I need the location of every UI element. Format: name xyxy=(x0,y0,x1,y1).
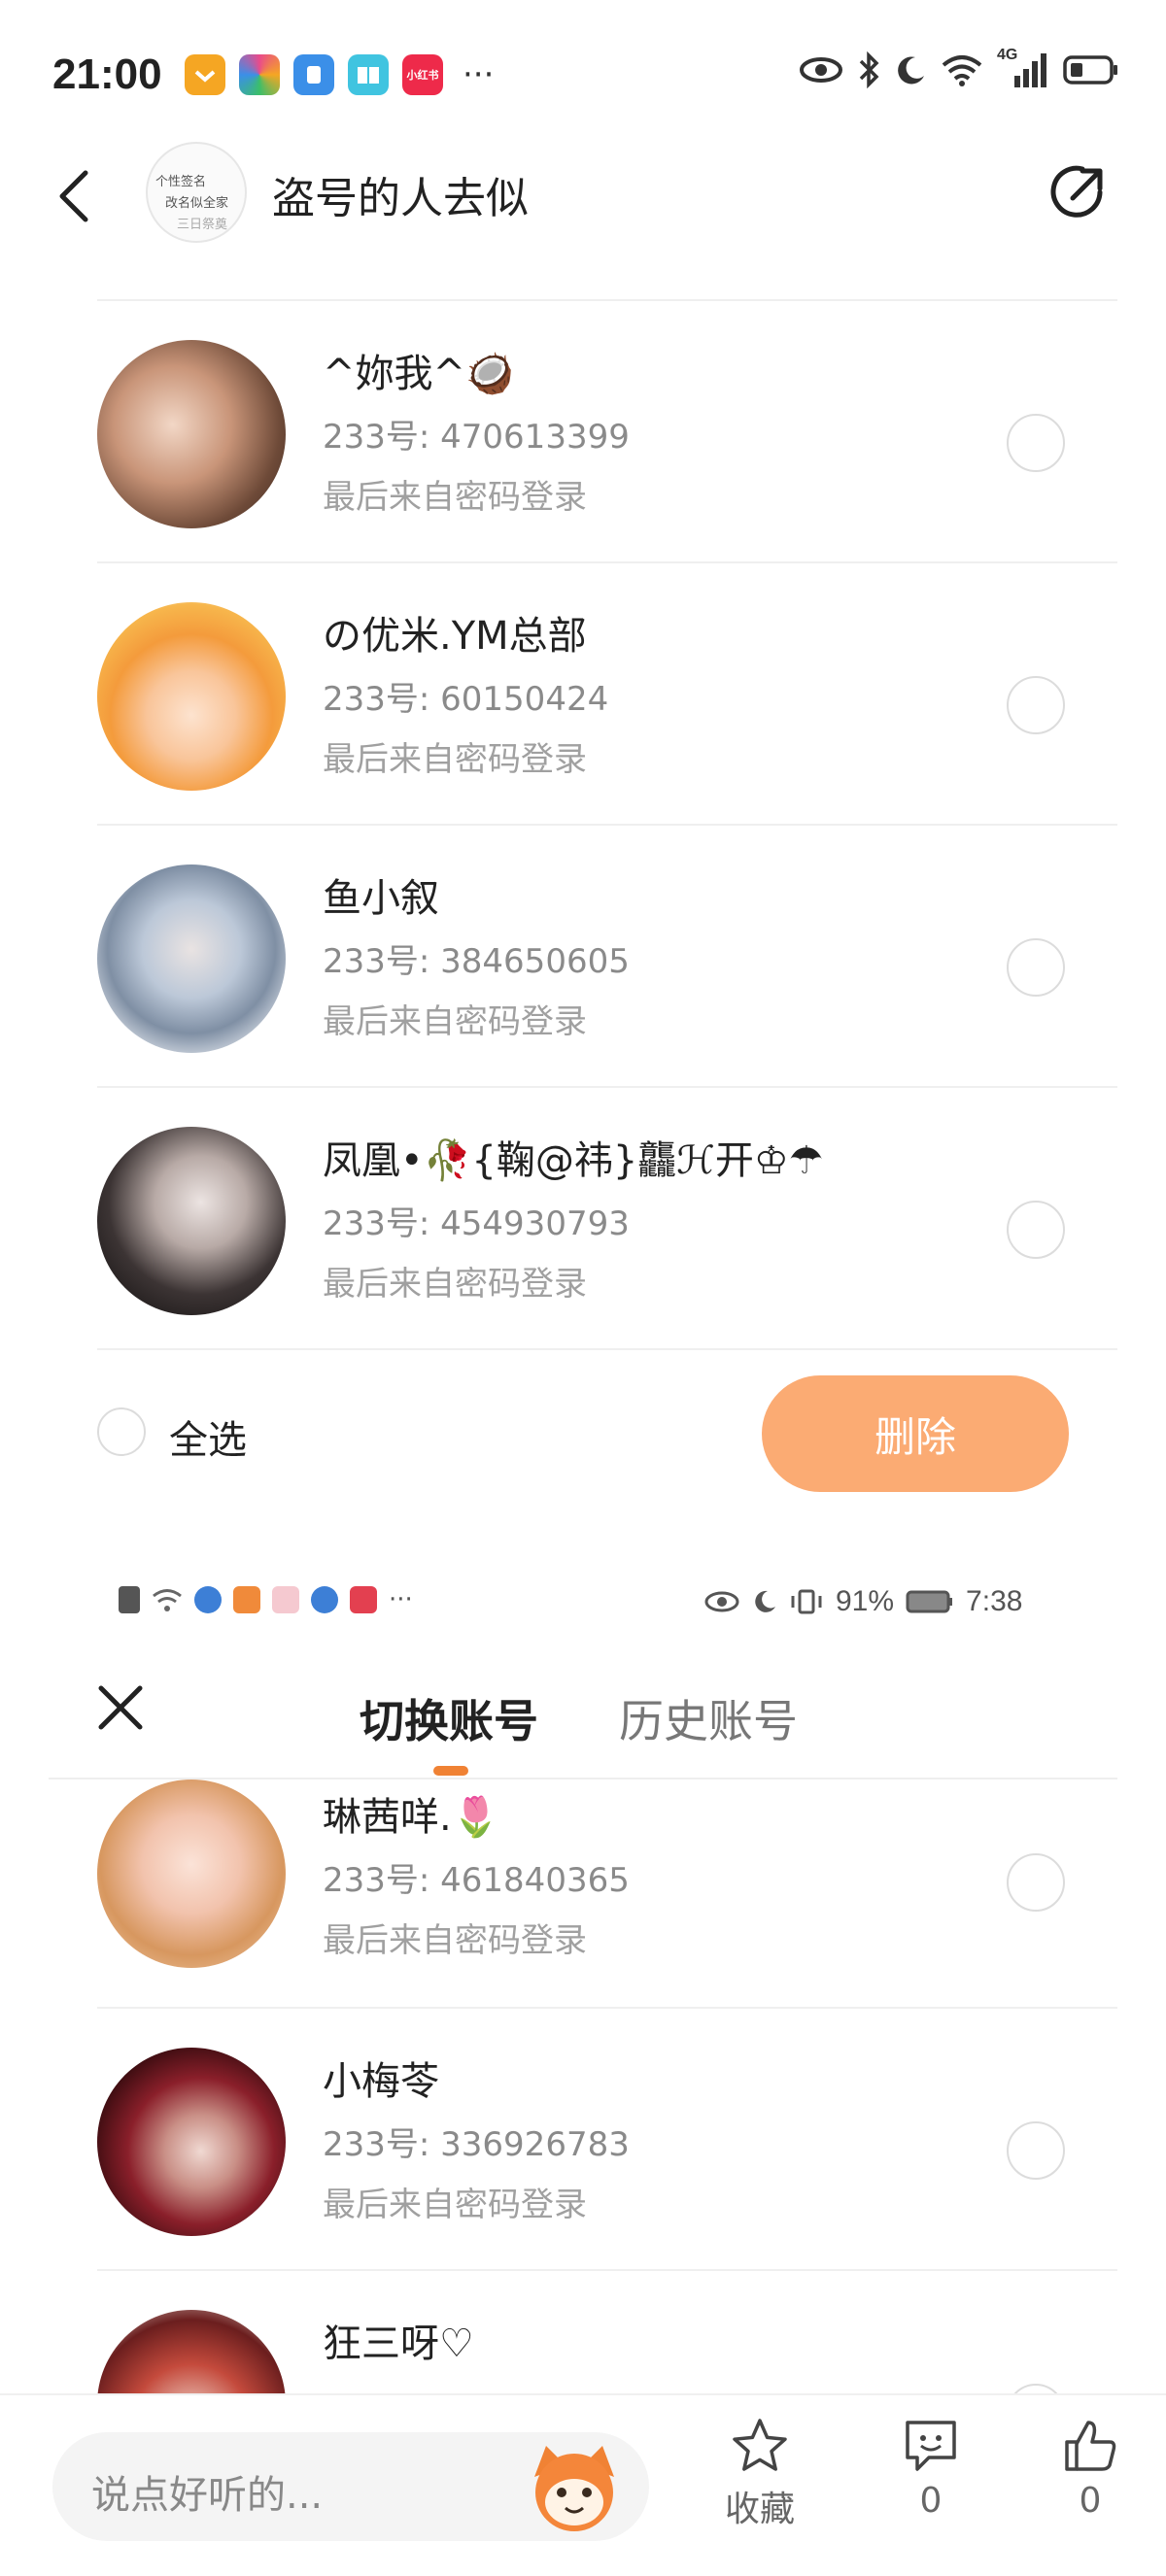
select-radio[interactable] xyxy=(1007,938,1065,997)
moon-icon xyxy=(755,1590,775,1612)
bluetooth-icon xyxy=(859,51,879,88)
status-time-2: 7:38 xyxy=(966,1585,1023,1617)
like-count: 0 xyxy=(1079,2481,1102,2521)
music-icon xyxy=(272,1586,299,1613)
eye-icon xyxy=(704,1591,739,1612)
account-name: 凤凰•🥀{鞠@祎}龘ℋ开♔☂ xyxy=(323,1138,824,1183)
account-row[interactable]: 凤凰•🥀{鞠@祎}龘ℋ开♔☂ 233号: 454930793 最后来自密码登录 xyxy=(97,1088,1117,1348)
group-avatar[interactable]: 个性签名 改名似全家 三日祭奠 xyxy=(146,142,247,243)
close-icon[interactable] xyxy=(93,1680,148,1735)
avatar xyxy=(97,340,286,528)
account-name: ^妳我^🥥 xyxy=(323,352,514,396)
moon-icon xyxy=(898,56,924,85)
share-icon[interactable] xyxy=(1044,157,1114,227)
tab-indicator xyxy=(433,1766,468,1776)
eye-icon xyxy=(800,57,842,83)
account-name: の优米.YM总部 xyxy=(323,614,587,659)
favorite-button[interactable]: 收藏 xyxy=(702,2415,818,2560)
select-radio[interactable] xyxy=(1007,2384,1065,2393)
login-method: 最后来自密码登录 xyxy=(323,1002,587,1041)
page-title: 盗号的人去似 xyxy=(272,174,529,223)
tab-switch-account[interactable]: 切换账号 xyxy=(360,1686,538,1750)
back-arrow-icon[interactable] xyxy=(51,167,97,225)
app-icon-blue-2 xyxy=(311,1586,338,1613)
video-icon xyxy=(233,1586,260,1613)
avatar xyxy=(97,602,286,791)
account-id: 233号: 454930793 xyxy=(323,1204,630,1243)
wifi-icon xyxy=(153,1589,182,1611)
alert-icon xyxy=(119,1586,140,1613)
select-all-label[interactable]: 全选 xyxy=(169,1408,247,1465)
avatar xyxy=(97,864,286,1053)
like-button[interactable]: 0 xyxy=(1032,2415,1149,2560)
account-id: 233号: 384650605 xyxy=(323,942,630,981)
account-name: 琳茜咩.🌷 xyxy=(323,1795,500,1840)
login-method: 最后来自密码登录 xyxy=(323,1265,587,1304)
status-bar-2-apps: ··· xyxy=(119,1585,413,1614)
avatar xyxy=(97,2310,286,2393)
status-bar-2-indicators: 91% 7:38 xyxy=(703,1585,1022,1618)
thumbs-up-icon xyxy=(1065,2421,1116,2471)
app-icon-4 xyxy=(348,54,389,95)
delete-button[interactable]: 删除 xyxy=(762,1375,1069,1492)
login-method: 最后来自密码登录 xyxy=(323,2186,587,2224)
account-row[interactable]: の优米.YM总部 233号: 60150424 最后来自密码登录 xyxy=(97,563,1117,824)
login-method: 最后来自密码登录 xyxy=(323,478,587,517)
bottom-bar: 说点好听的... 收藏 0 0 xyxy=(0,2393,1166,2576)
account-row[interactable]: ^妳我^🥥 233号: 470613399 最后来自密码登录 xyxy=(97,301,1117,561)
account-name: 小梅苓 xyxy=(323,2059,439,2104)
account-id: 233号: 60150424 xyxy=(323,680,609,719)
battery-icon xyxy=(1063,55,1117,85)
account-name: 鱼小叙 xyxy=(323,876,439,921)
select-radio[interactable] xyxy=(1007,676,1065,734)
app-icon-3 xyxy=(293,54,334,95)
login-method: 最后来自密码登录 xyxy=(323,740,587,779)
battery-percent: 91% xyxy=(836,1585,895,1617)
avatar xyxy=(97,2048,286,2236)
xiaohongshu-icon: 小红书 xyxy=(402,54,443,95)
notification-apps: 小红书 ··· xyxy=(185,54,494,95)
account-name: 狂三呀♡ xyxy=(323,2322,474,2366)
account-row[interactable]: 鱼小叙 233号: 384650605 最后来自密码登录 xyxy=(97,826,1117,1086)
mascot-emoji-icon[interactable] xyxy=(525,2438,624,2537)
red-app-icon xyxy=(350,1586,377,1613)
account-id: 233号: 461840365 xyxy=(323,1861,630,1900)
select-radio[interactable] xyxy=(1007,1853,1065,1912)
signal-icon: 4G xyxy=(997,47,1049,89)
comment-icon xyxy=(906,2421,956,2471)
app-icon-blue xyxy=(194,1586,222,1613)
system-indicators: 4G xyxy=(799,47,1119,89)
account-row[interactable]: 琳茜咩.🌷 233号: 461840365 最后来自密码登录 xyxy=(97,1779,1117,2040)
app-icon-2 xyxy=(239,54,280,95)
comment-button[interactable]: 0 xyxy=(873,2415,989,2560)
login-method: 最后来自密码登录 xyxy=(323,1921,587,1960)
battery-icon xyxy=(906,1590,953,1613)
avatar xyxy=(97,1127,286,1315)
comment-placeholder: 说点好听的... xyxy=(91,2473,324,2518)
account-row[interactable]: 小梅苓 233号: 336926783 最后来自密码登录 xyxy=(97,2009,1117,2269)
account-row[interactable]: 狂三呀♡ xyxy=(97,2271,1117,2393)
favorite-label: 收藏 xyxy=(724,2490,795,2529)
status-time: 21:00 xyxy=(52,51,162,98)
wifi-icon xyxy=(942,55,982,86)
more-notifications: ··· xyxy=(389,1585,413,1614)
select-all-radio[interactable] xyxy=(97,1407,146,1456)
avatar xyxy=(97,1779,286,1968)
select-radio[interactable] xyxy=(1007,414,1065,472)
comment-input[interactable]: 说点好听的... xyxy=(52,2432,649,2541)
select-radio[interactable] xyxy=(1007,1201,1065,1259)
account-id: 233号: 470613399 xyxy=(323,418,630,457)
vibrate-icon xyxy=(791,1589,822,1614)
comment-count: 0 xyxy=(919,2481,943,2521)
more-notifications: ··· xyxy=(463,55,495,94)
divider xyxy=(97,1348,1117,1350)
star-icon xyxy=(733,2419,787,2471)
app-icon-1 xyxy=(185,54,225,95)
account-id: 233号: 336926783 xyxy=(323,2125,630,2164)
status-bar: 21:00 小红书 ··· 4G xyxy=(0,0,1166,146)
tab-history-account[interactable]: 历史账号 xyxy=(619,1686,798,1750)
select-radio[interactable] xyxy=(1007,2121,1065,2180)
